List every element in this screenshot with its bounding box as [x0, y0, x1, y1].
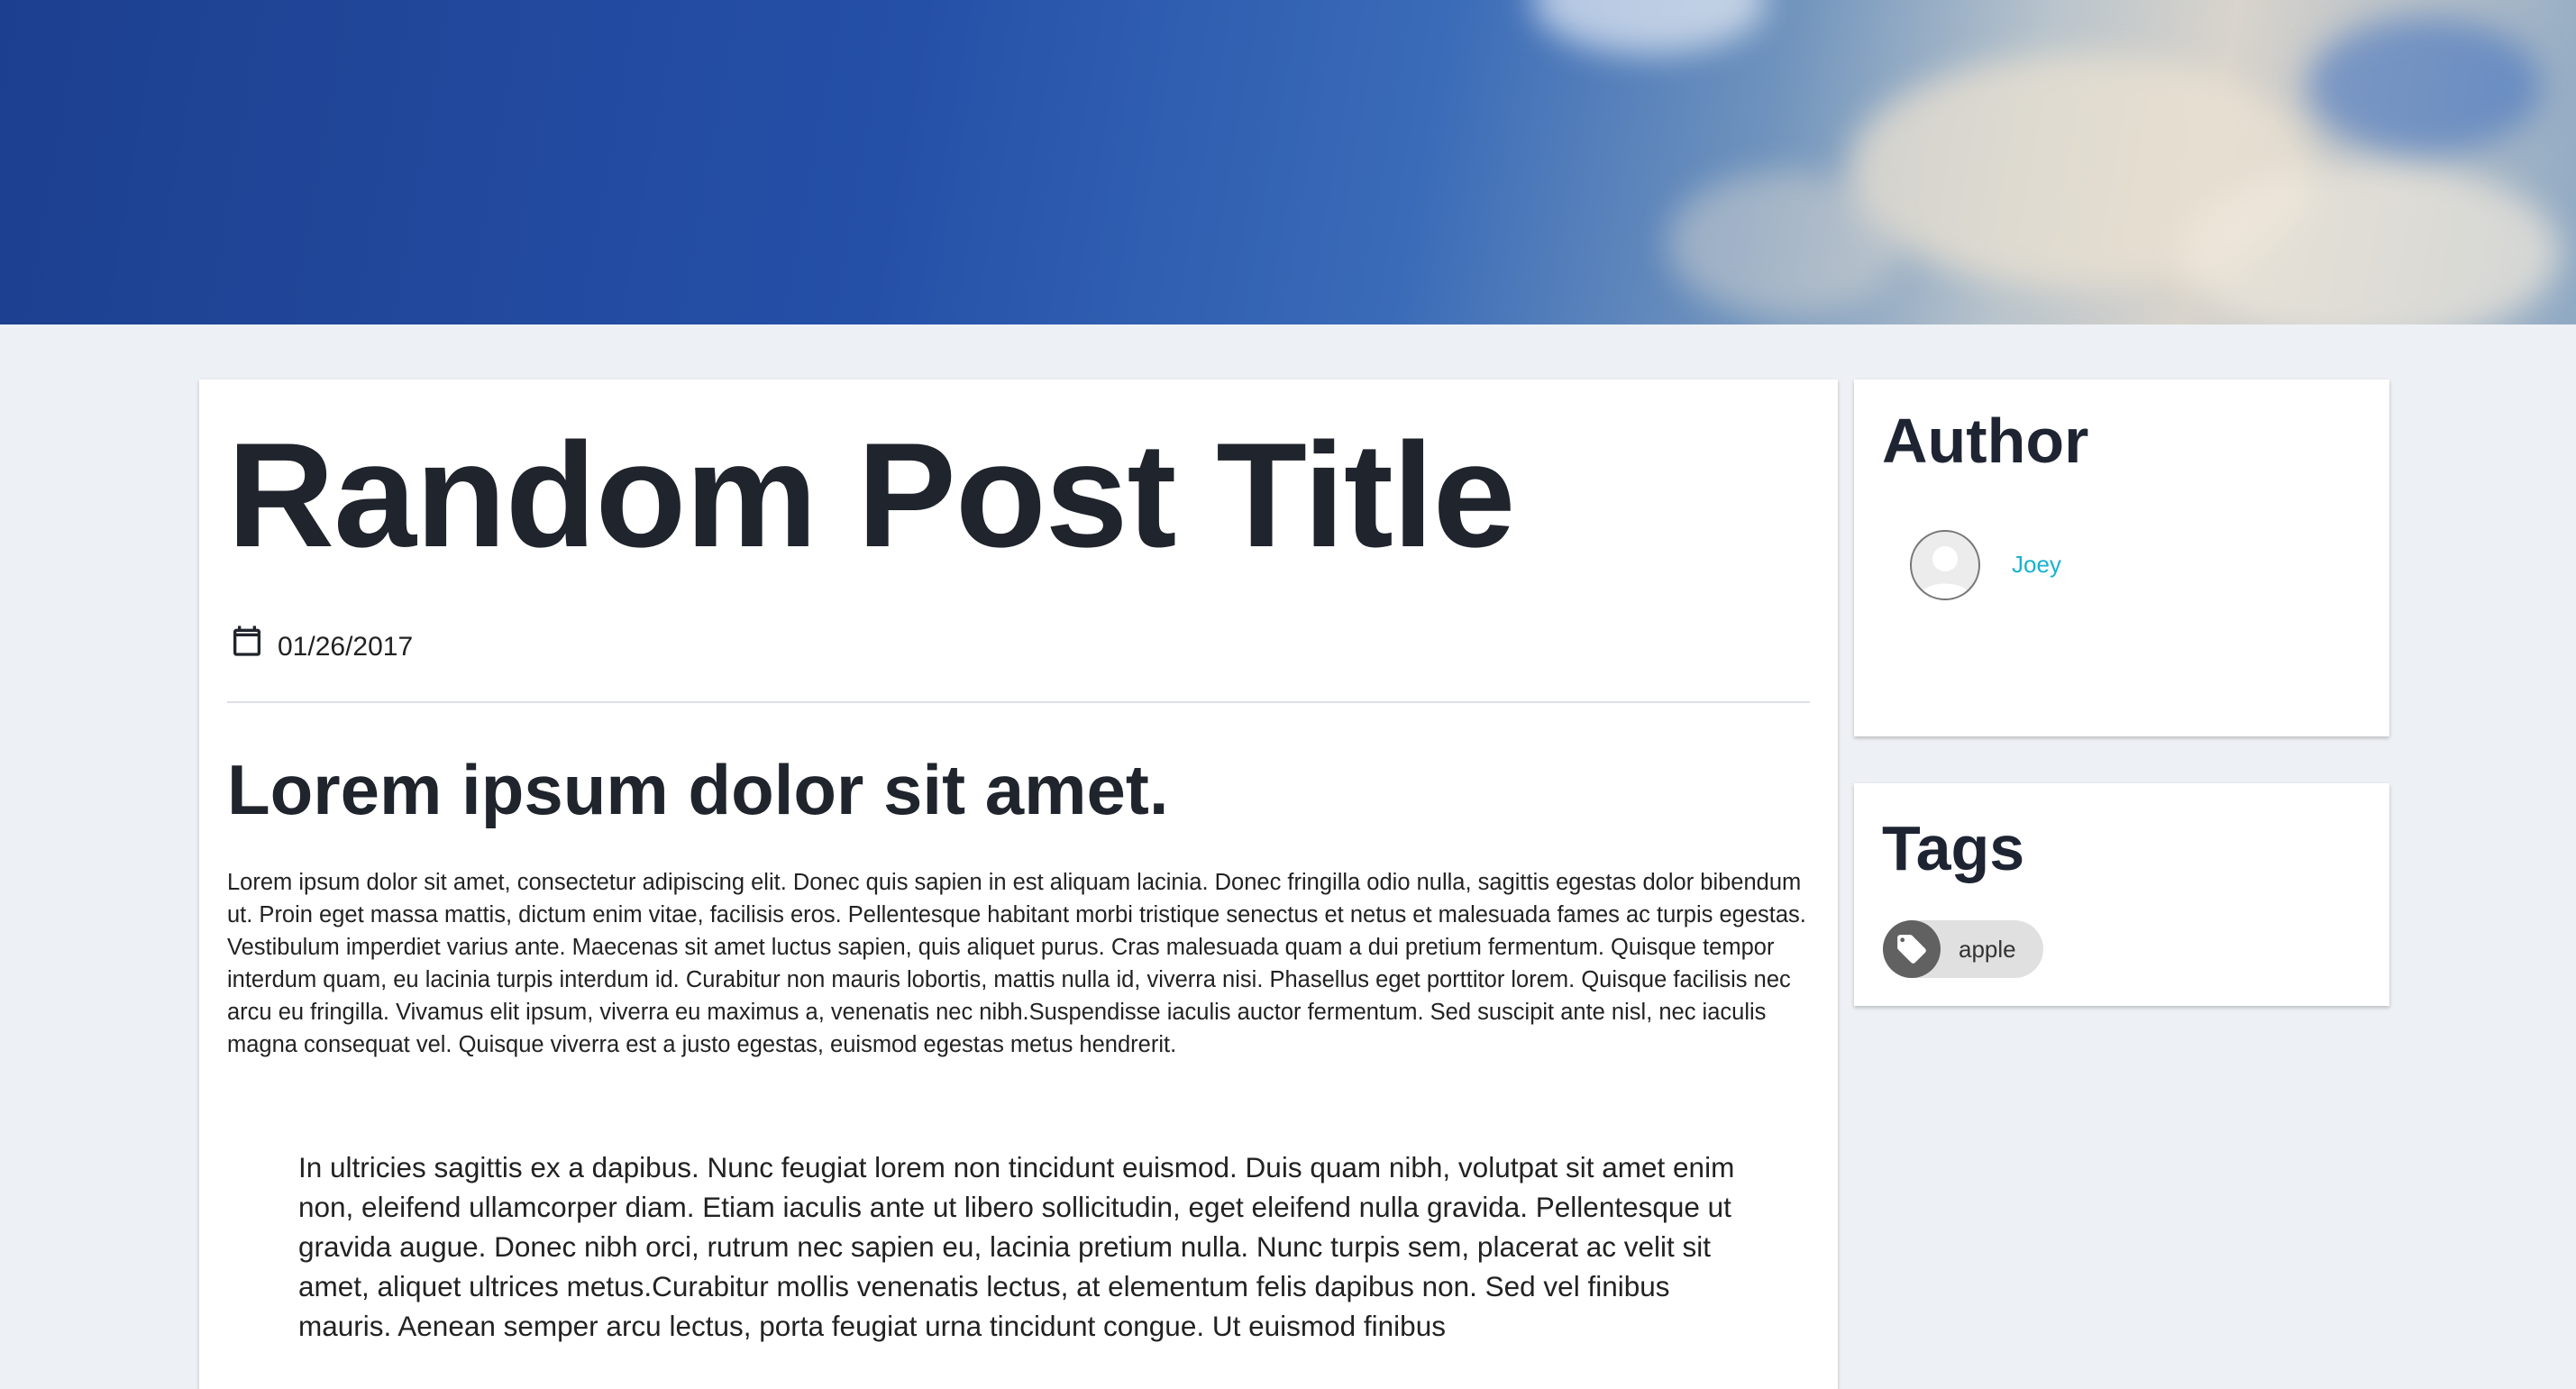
tag-icon	[1897, 935, 1926, 964]
calendar-icon	[233, 626, 260, 656]
post-paragraph: Lorem ipsum dolor sit amet, consectetur …	[227, 870, 1806, 1057]
tag-chip[interactable]: apple	[1883, 920, 2043, 978]
post-title: Random Post Title	[227, 412, 1515, 578]
hero-banner-image	[0, 0, 2576, 324]
post-date: 01/26/2017	[229, 619, 413, 663]
avatar-silhouette	[1919, 546, 1971, 599]
tag-label: apple	[1959, 935, 2016, 963]
tag-icon-badge	[1883, 920, 1941, 978]
post-date-text: 01/26/2017	[278, 632, 414, 662]
author-heading: Author	[1882, 406, 2089, 476]
post-blockquote: In ultricies sagittis ex a dapibus. Nunc…	[298, 1151, 1735, 1342]
post-card: Random Post Title 01/26/2017 Lorem ipsum…	[199, 379, 1838, 1389]
tags-card: Tags apple	[1854, 783, 2389, 1006]
post-subheading: Lorem ipsum dolor sit amet.	[227, 750, 1169, 829]
author-name-link[interactable]: Joey	[2012, 551, 2061, 579]
author-card: Author Joey	[1854, 379, 2389, 736]
user-avatar-icon[interactable]	[1910, 530, 1980, 600]
header-divider	[227, 701, 1810, 703]
tags-heading: Tags	[1882, 813, 2025, 883]
